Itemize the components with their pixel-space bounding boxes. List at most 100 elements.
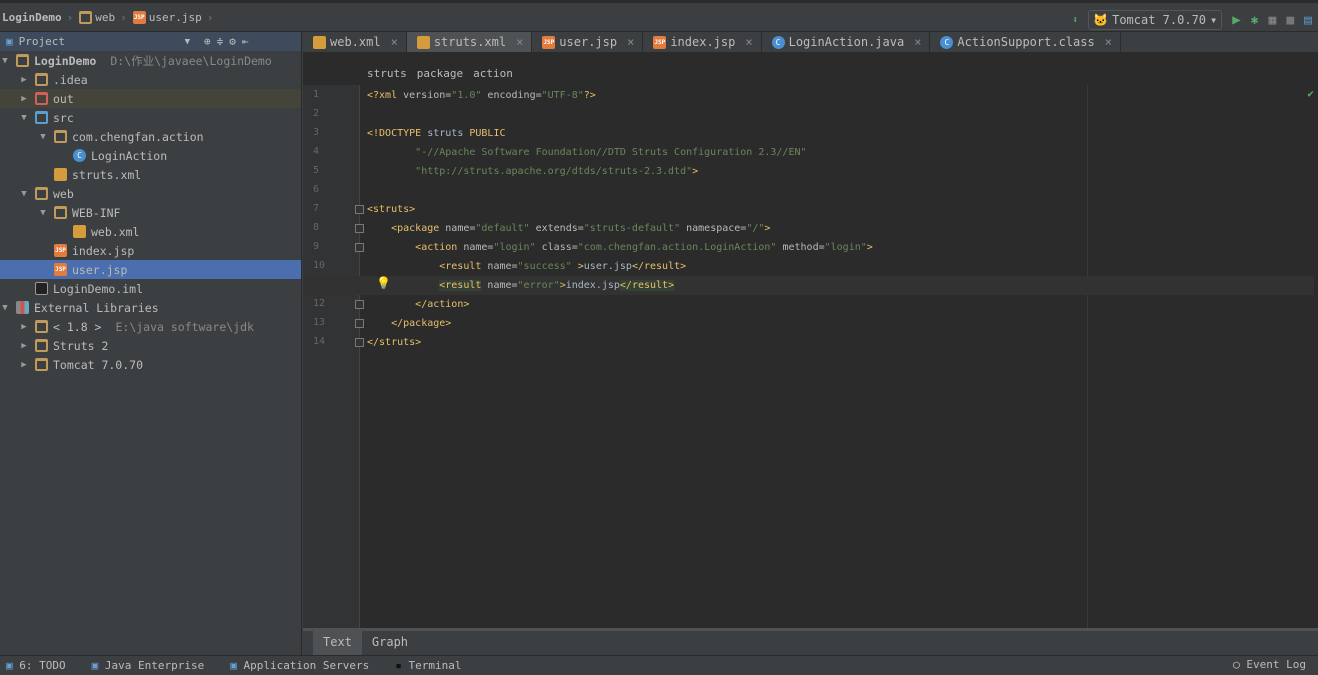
- folder-icon: [54, 206, 67, 219]
- debug-icon[interactable]: ✱: [1251, 13, 1259, 28]
- xml-icon: [313, 35, 326, 49]
- editor-tab[interactable]: C ActionSupport.class ×: [930, 32, 1121, 52]
- event-log-button[interactable]: ◯ Event Log: [1233, 658, 1306, 671]
- tree-item[interactable]: ▶ Tomcat 7.0.70: [0, 355, 301, 374]
- tree-item[interactable]: ▼ com.chengfan.action: [0, 127, 301, 146]
- tree-item-label: LoginDemo: [34, 53, 97, 68]
- close-icon[interactable]: ×: [745, 35, 752, 49]
- hide-icon[interactable]: ⇤: [242, 35, 249, 48]
- expanded-arrow-icon[interactable]: ▼: [0, 303, 10, 313]
- collapse-all-icon[interactable]: ≑: [217, 35, 224, 48]
- chevron-down-icon[interactable]: ▼: [185, 37, 190, 47]
- tree-item[interactable]: ▼ WEB-INF: [0, 203, 301, 222]
- tree-item[interactable]: C LoginAction: [0, 146, 301, 165]
- close-icon[interactable]: ×: [914, 35, 921, 49]
- collapsed-arrow-icon[interactable]: ▶: [19, 341, 29, 351]
- tree-item[interactable]: ▼ LoginDemo D:\作业\javaee\LoginDemo: [0, 51, 301, 70]
- tool-window-bar: ▣ 6: TODO ▣ Java Enterprise ▣ Application …: [0, 655, 1318, 675]
- tree-item[interactable]: ▼ External Libraries: [0, 298, 301, 317]
- tree-item[interactable]: struts.xml: [0, 165, 301, 184]
- xml-breadcrumb-item[interactable]: action: [473, 67, 513, 80]
- jsp-icon: JSP: [653, 35, 667, 49]
- tree-item-path: E:\java software\jdk: [115, 319, 254, 334]
- scroll-from-source-icon[interactable]: ⊕: [204, 35, 211, 48]
- code-line: </package>: [391, 318, 452, 329]
- xml-icon: [73, 225, 86, 238]
- project-view-selector[interactable]: Project: [19, 35, 179, 48]
- tree-item-label: .idea: [53, 72, 88, 87]
- tree-item-label: user.jsp: [72, 262, 128, 277]
- tree-item-path: D:\作业\javaee\LoginDemo: [110, 53, 272, 68]
- xml-breadcrumb-item[interactable]: package: [417, 67, 463, 80]
- collapsed-arrow-icon[interactable]: ▶: [19, 360, 29, 370]
- navigation-bar: LoginDemo › web › JSP user.jsp › ⬇ 🐱 Tomcat 7.0…: [0, 0, 1318, 32]
- breadcrumb-item[interactable]: web ›: [79, 3, 129, 31]
- project-structure-icon[interactable]: ▤: [1304, 13, 1312, 28]
- expanded-arrow-icon[interactable]: ▼: [19, 113, 29, 123]
- editor-tab[interactable]: JSP user.jsp ×: [532, 32, 644, 52]
- close-icon[interactable]: ×: [1105, 35, 1112, 49]
- tool-window-button[interactable]: ▣ Application Servers: [230, 659, 369, 672]
- tree-item[interactable]: web.xml: [0, 222, 301, 241]
- breadcrumb-item[interactable]: LoginDemo ›: [2, 3, 75, 31]
- jsp-icon: JSP: [132, 10, 146, 24]
- editor-tab[interactable]: web.xml ×: [303, 32, 407, 52]
- breadcrumb-item[interactable]: JSP user.jsp ›: [132, 3, 216, 31]
- tree-item-label: out: [53, 91, 74, 106]
- xml-breadcrumb-item[interactable]: struts: [367, 67, 407, 80]
- close-icon[interactable]: ×: [391, 35, 398, 49]
- tree-item[interactable]: ▶ out: [0, 89, 301, 108]
- event-log-icon: ◯: [1233, 658, 1247, 671]
- code-line: <action name="login" class="com.chengfan…: [415, 242, 873, 253]
- tree-item[interactable]: ▼ web: [0, 184, 301, 203]
- editor-tab[interactable]: C LoginAction.java ×: [762, 32, 931, 52]
- tool-window-button[interactable]: ▣ Java Enterprise: [92, 659, 205, 672]
- gear-icon[interactable]: ⚙: [229, 35, 236, 48]
- expanded-arrow-icon[interactable]: ▼: [38, 132, 48, 142]
- tab-graph[interactable]: Graph: [362, 631, 418, 655]
- coverage-icon[interactable]: ▦: [1269, 13, 1277, 28]
- code-line: <struts>: [367, 204, 416, 215]
- tree-item-label: WEB-INF: [72, 205, 121, 220]
- code-area[interactable]: <?xml version="1.0" encoding="UTF-8"?> <!…: [303, 85, 1314, 628]
- collapsed-arrow-icon[interactable]: ▶: [19, 75, 29, 85]
- tree-item[interactable]: ▶ .idea: [0, 70, 301, 89]
- collapsed-arrow-icon[interactable]: ▶: [19, 322, 29, 332]
- editor-tab[interactable]: JSP index.jsp ×: [643, 32, 762, 52]
- xml-breadcrumb: struts package action: [303, 53, 1318, 85]
- tree-item[interactable]: JSP user.jsp: [0, 260, 301, 279]
- expanded-arrow-icon[interactable]: ▼: [38, 208, 48, 218]
- class-icon: C: [73, 149, 86, 162]
- editor-tab[interactable]: struts.xml ×: [406, 32, 533, 52]
- run-icon[interactable]: ▶: [1232, 12, 1240, 28]
- terminal-icon: ▪: [395, 659, 409, 672]
- code-line: "-//Apache Software Foundation//DTD Stru…: [415, 147, 807, 158]
- tree-item-label: src: [53, 110, 74, 125]
- tool-window-button[interactable]: ▪ Terminal: [395, 659, 461, 672]
- code-editor[interactable]: strutspackageaction 1234567891011121314 …: [303, 53, 1318, 628]
- expanded-arrow-icon[interactable]: ▼: [0, 56, 10, 66]
- tool-window-button[interactable]: ▣ 6: TODO: [6, 659, 66, 672]
- tree-item-label: struts.xml: [72, 167, 142, 182]
- close-icon[interactable]: ×: [627, 35, 634, 49]
- expanded-arrow-icon[interactable]: ▼: [19, 189, 29, 199]
- run-config-selector[interactable]: 🐱 Tomcat 7.0.70 ▾: [1088, 10, 1223, 30]
- vcs-update-icon[interactable]: ⬇: [1072, 15, 1078, 26]
- tab-text[interactable]: Text: [313, 631, 362, 655]
- collapsed-arrow-icon[interactable]: ▶: [19, 94, 29, 104]
- package-icon: [54, 130, 67, 143]
- chevron-right-icon: ›: [120, 10, 127, 24]
- stop-icon[interactable]: ■: [1286, 13, 1294, 28]
- tree-item-label: External Libraries: [34, 300, 159, 315]
- tree-item[interactable]: JSP index.jsp: [0, 241, 301, 260]
- close-icon[interactable]: ×: [516, 35, 523, 49]
- chevron-down-icon: ▾: [1210, 13, 1218, 27]
- intention-bulb-icon[interactable]: 💡: [376, 276, 391, 290]
- java-enterprise-icon: ▣: [91, 659, 105, 672]
- iml-icon: [35, 282, 48, 295]
- tree-item[interactable]: ▶ < 1.8 > E:\java software\jdk: [0, 317, 301, 336]
- jsp-icon: JSP: [54, 244, 67, 257]
- tree-item[interactable]: ▼ src: [0, 108, 301, 127]
- tree-item[interactable]: ▶ Struts 2: [0, 336, 301, 355]
- tree-item[interactable]: LoginDemo.iml: [0, 279, 301, 298]
